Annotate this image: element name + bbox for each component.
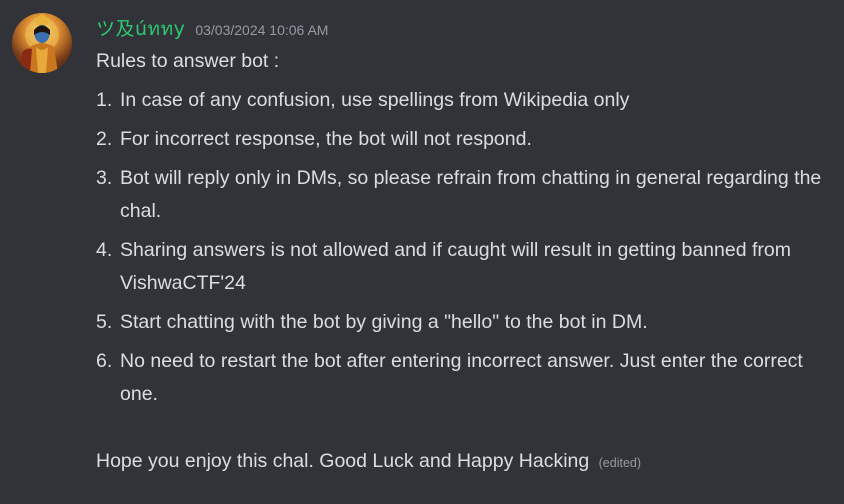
list-item: 4. Sharing answers is not allowed and if… [96,234,832,300]
list-item-number: 5. [96,311,113,333]
message-content: Rules to answer bot : 1. In case of any … [96,45,832,480]
list-item-text: In case of any confusion, use spellings … [120,89,630,111]
avatar-portrait-icon [20,14,59,73]
closing-line: Hope you enjoy this chal. Good Luck and … [96,445,832,480]
list-item-text: Start chatting with the bot by giving a … [120,311,648,333]
list-item-number: 6. [96,350,113,372]
list-item-text: No need to restart the bot after enterin… [120,350,803,405]
list-item: 3. Bot will reply only in DMs, so please… [96,162,832,228]
list-item-number: 1. [96,89,113,111]
list-item-number: 2. [96,128,113,150]
list-item: 2. For incorrect response, the bot will … [96,123,832,156]
list-item: 5. Start chatting with the bot by giving… [96,306,832,339]
list-item-text: Sharing answers is not allowed and if ca… [120,239,791,294]
list-item-number: 4. [96,239,113,261]
username[interactable]: ツ及úททy [96,14,185,44]
timestamp[interactable]: 03/03/2024 10:06 AM [195,22,328,38]
list-item-text: Bot will reply only in DMs, so please re… [120,167,822,222]
rules-list: 1. In case of any confusion, use spellin… [96,84,832,411]
list-item-number: 3. [96,167,113,189]
list-item: 6. No need to restart the bot after ente… [96,345,832,411]
chat-message: ツ及úททy 03/03/2024 10:06 AM Rules to answ… [0,0,844,504]
message-header: ツ及úททy 03/03/2024 10:06 AM [96,14,328,42]
closing-text: Hope you enjoy this chal. Good Luck and … [96,450,590,472]
intro-text: Rules to answer bot : [96,50,280,72]
list-item: 1. In case of any confusion, use spellin… [96,84,832,117]
list-item-text: For incorrect response, the bot will not… [120,128,532,150]
edited-label[interactable]: (edited) [599,456,641,470]
avatar[interactable] [12,13,72,73]
